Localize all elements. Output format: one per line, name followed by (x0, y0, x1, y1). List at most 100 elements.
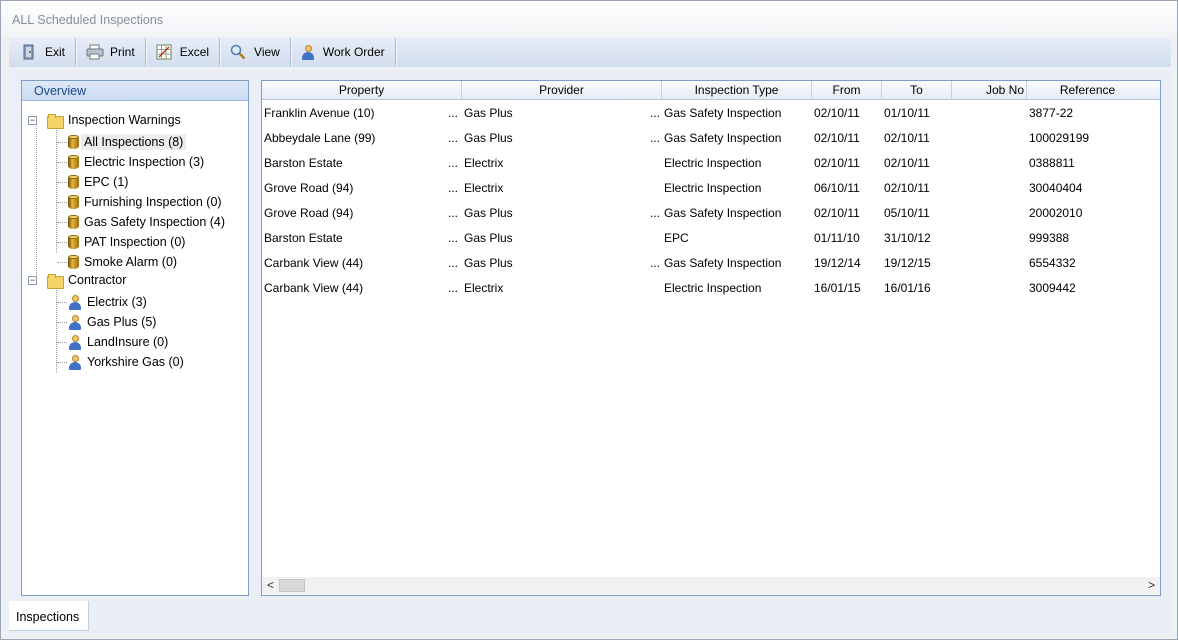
tree-item-electrix[interactable]: Electrix (3) (68, 292, 147, 312)
column-header-provider[interactable]: Provider (462, 81, 662, 100)
cell-provider: Electrix (464, 156, 504, 170)
column-header-from[interactable]: From (812, 81, 882, 100)
tree-item-landinsure[interactable]: LandInsure (0) (68, 332, 168, 352)
table-row[interactable]: Abbeydale Lane (99) Gas Plus Gas Safety In… (262, 126, 1160, 151)
cell-to: 05/10/11 (884, 206, 930, 220)
cell-from: 16/01/15 (814, 281, 861, 295)
table-row[interactable]: Carbank View (44) Gas Plus Gas Safety Insp… (262, 251, 1160, 276)
person-icon (68, 294, 82, 310)
tree-line (57, 322, 67, 323)
table-row[interactable]: Grove Road (94) Gas Plus Gas Safety Inspec… (262, 201, 1160, 226)
print-button[interactable]: Print (76, 38, 146, 66)
cell-provider: Electrix (464, 281, 504, 295)
overview-header: Overview (22, 81, 248, 101)
tree-item-all-inspections[interactable]: All Inspections (8) (68, 132, 187, 152)
cell-inspection-type: Gas Safety Inspection (664, 106, 782, 120)
tree-item-smoke-alarm[interactable]: Smoke Alarm (0) (68, 252, 177, 272)
truncation-ellipsis: ... (448, 131, 459, 145)
tree-item-label: Gas Safety Inspection (4) (84, 215, 226, 229)
cell-to: 16/01/16 (884, 281, 931, 295)
tree-line (57, 302, 67, 303)
collapse-toggle-contractor[interactable]: − (28, 276, 37, 285)
tree-item-gas-plus[interactable]: Gas Plus (5) (68, 312, 156, 332)
tree-line (57, 162, 67, 163)
cell-reference: 100029199 (1029, 131, 1090, 145)
cell-from: 02/10/11 (814, 106, 860, 120)
bottom-tab-strip: Inspections (9, 601, 1171, 633)
tree-group-contractor[interactable]: Contractor (47, 270, 126, 290)
folder-open-icon (47, 113, 64, 129)
cell-reference: 3009442 (1029, 281, 1076, 295)
scroll-thumb[interactable] (279, 579, 305, 592)
cell-property: Franklin Avenue (10) (264, 106, 375, 120)
cell-inspection-type: Electric Inspection (664, 181, 762, 195)
cell-property: Barston Estate (264, 231, 343, 245)
tree-group-label: Inspection Warnings (68, 113, 181, 127)
cell-provider: Gas Plus (464, 231, 513, 245)
table-row[interactable]: Carbank View (44) Electrix Electric Inspec… (262, 276, 1160, 301)
window-title: ALL Scheduled Inspections (12, 13, 164, 27)
scroll-left-arrow[interactable]: < (262, 577, 279, 594)
column-header-property[interactable]: Property (262, 81, 462, 100)
table-row[interactable]: Grove Road (94) Electrix Electric Inspecti… (262, 176, 1160, 201)
view-button[interactable]: View (220, 38, 291, 66)
truncation-ellipsis: ... (448, 106, 459, 120)
cylinder-icon (68, 175, 79, 189)
tree-item-label: Electrix (3) (87, 295, 147, 309)
tree-line (57, 262, 67, 263)
cell-from: 06/10/11 (814, 181, 860, 195)
table-row[interactable]: Barston Estate Gas Plus EPC 01/11/10 31/10/1… (262, 226, 1160, 251)
inspections-grid: Property Provider Inspection Type From T… (261, 80, 1161, 596)
truncation-ellipsis: ... (650, 256, 661, 270)
column-header-inspection-type[interactable]: Inspection Type (662, 81, 812, 100)
excel-button[interactable]: Excel (146, 38, 221, 66)
table-row[interactable]: Barston Estate Electrix Electric Inspectio… (262, 151, 1160, 176)
tree-line (57, 222, 67, 223)
cell-property: Grove Road (94) (264, 181, 354, 195)
truncation-ellipsis: ... (448, 281, 459, 295)
truncation-ellipsis: ... (650, 131, 661, 145)
folder-open-icon (47, 273, 64, 289)
table-row[interactable]: Franklin Avenue (10) Gas Plus Gas Safety I… (262, 101, 1160, 126)
tree-item-gas-safety-inspection[interactable]: Gas Safety Inspection (4) (68, 212, 225, 232)
main-area: Overview − Inspection Warnings All Inspe… (9, 69, 1171, 601)
overview-panel: Overview − Inspection Warnings All Inspe… (21, 80, 249, 596)
cell-provider: Gas Plus (464, 131, 513, 145)
tree-group-label: Contractor (68, 273, 127, 287)
collapse-toggle-warnings[interactable]: − (28, 116, 37, 125)
horizontal-scrollbar[interactable]: < > (262, 577, 1160, 594)
cell-inspection-type: Gas Safety Inspection (664, 206, 782, 220)
cell-from: 19/12/14 (814, 256, 861, 270)
person-icon (68, 334, 82, 350)
tree-item-label: Gas Plus (5) (87, 315, 157, 329)
tree-line (57, 202, 67, 203)
tree-item-yorkshire-gas[interactable]: Yorkshire Gas (0) (68, 352, 184, 372)
tree-group-inspection-warnings[interactable]: Inspection Warnings (47, 110, 181, 130)
truncation-ellipsis: ... (650, 206, 661, 220)
title-bar: ALL Scheduled Inspections (1, 1, 1177, 37)
tree-line (57, 242, 67, 243)
tree-item-electric-inspection[interactable]: Electric Inspection (3) (68, 152, 204, 172)
tree-item-pat-inspection[interactable]: PAT Inspection (0) (68, 232, 185, 252)
cell-property: Grove Road (94) (264, 206, 354, 220)
cell-reference: 999388 (1029, 231, 1070, 245)
column-header-to[interactable]: To (882, 81, 952, 100)
cylinder-icon (68, 235, 79, 249)
cell-provider: Electrix (464, 181, 504, 195)
cell-to: 02/10/11 (884, 131, 930, 145)
cell-reference: 20002010 (1029, 206, 1083, 220)
cell-from: 02/10/11 (814, 131, 860, 145)
tree-item-label: EPC (1) (84, 175, 129, 189)
printer-icon (86, 44, 104, 60)
tab-inspections[interactable]: Inspections (9, 601, 89, 631)
cell-inspection-type: Gas Safety Inspection (664, 256, 782, 270)
work-order-button[interactable]: Work Order (291, 38, 396, 66)
tree-item-label: Yorkshire Gas (0) (87, 355, 184, 369)
tree-line (57, 342, 67, 343)
column-header-job-no[interactable]: Job No (952, 81, 1027, 100)
tree-item-epc[interactable]: EPC (1) (68, 172, 128, 192)
column-header-reference[interactable]: Reference (1027, 81, 1160, 100)
scroll-right-arrow[interactable]: > (1143, 577, 1160, 594)
tree-item-furnishing-inspection[interactable]: Furnishing Inspection (0) (68, 192, 222, 212)
exit-button[interactable]: Exit (9, 38, 77, 66)
